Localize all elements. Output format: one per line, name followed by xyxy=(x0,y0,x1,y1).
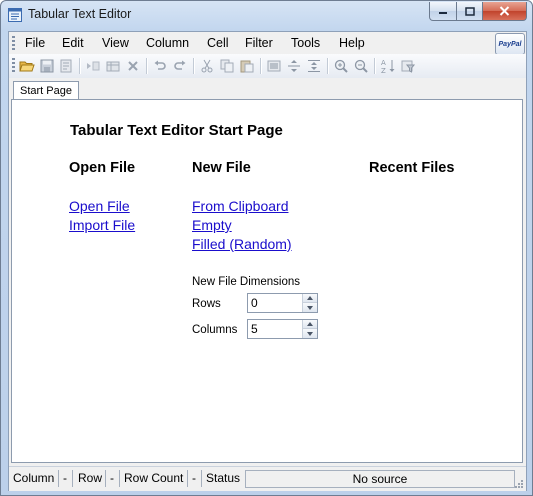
minimize-button[interactable] xyxy=(429,2,457,21)
rows-decrement-button[interactable] xyxy=(303,303,317,312)
svg-text:A: A xyxy=(381,59,386,67)
arrow-down-icon xyxy=(307,331,313,336)
app-icon xyxy=(8,8,22,22)
rows-increment-button[interactable] xyxy=(303,294,317,303)
toolbar-separator xyxy=(374,58,376,74)
sort-az-icon[interactable]: AZ xyxy=(379,57,397,75)
copy-icon[interactable] xyxy=(218,57,236,75)
columns-value[interactable]: 5 xyxy=(251,322,258,336)
open-folder-icon[interactable] xyxy=(18,57,36,75)
status-divider xyxy=(119,470,120,487)
status-label: Status xyxy=(206,471,241,485)
import-file-link[interactable]: Import File xyxy=(69,217,135,233)
menu-edit[interactable]: Edit xyxy=(62,36,84,50)
status-divider xyxy=(58,470,59,487)
tab-panel: Tabular Text Editor Start Page Open File… xyxy=(11,99,523,463)
status-divider xyxy=(72,470,73,487)
empty-link[interactable]: Empty xyxy=(192,217,232,233)
maximize-icon xyxy=(464,6,475,16)
table-icon[interactable] xyxy=(104,57,122,75)
title-bar[interactable]: Tabular Text Editor xyxy=(1,1,532,31)
filter-icon[interactable] xyxy=(399,57,417,75)
arrow-up-icon xyxy=(307,296,313,300)
rows-stepper-buttons xyxy=(302,294,317,312)
toolbar-separator xyxy=(79,58,81,74)
app-window: Tabular Text Editor File Edit View Colum… xyxy=(0,0,533,496)
toolbar-separator xyxy=(146,58,148,74)
status-row-count-value: - xyxy=(192,471,196,485)
row-height-icon[interactable] xyxy=(285,57,303,75)
tab-strip: Start Page xyxy=(9,78,526,100)
cut-icon[interactable] xyxy=(198,57,216,75)
status-divider xyxy=(187,470,188,487)
zoom-out-icon[interactable] xyxy=(352,57,370,75)
menu-grip xyxy=(12,36,15,50)
arrow-down-icon xyxy=(307,305,313,310)
delete-icon[interactable] xyxy=(124,57,142,75)
columns-decrement-button[interactable] xyxy=(303,329,317,338)
toolbar-separator xyxy=(327,58,329,74)
arrow-up-icon xyxy=(307,322,313,326)
client-area: File Edit View Column Cell Filter Tools … xyxy=(8,31,527,491)
status-row-label: Row xyxy=(78,471,103,485)
open-file-heading: Open File xyxy=(69,160,136,176)
toolbar-separator xyxy=(260,58,262,74)
start-page-content: Tabular Text Editor Start Page Open File… xyxy=(12,100,521,461)
caption-buttons xyxy=(429,2,527,21)
window-title: Tabular Text Editor xyxy=(28,7,132,21)
redo-icon[interactable] xyxy=(171,57,189,75)
page-title: Tabular Text Editor Start Page xyxy=(70,122,283,139)
save-icon[interactable] xyxy=(38,57,56,75)
paste-icon[interactable] xyxy=(238,57,256,75)
column-width-icon[interactable] xyxy=(305,57,323,75)
toolbar-grip xyxy=(12,58,15,72)
insert-icon[interactable] xyxy=(84,57,102,75)
maximize-button[interactable] xyxy=(457,2,483,21)
close-button[interactable] xyxy=(483,2,527,21)
columns-stepper-buttons xyxy=(302,320,317,338)
menu-cell[interactable]: Cell xyxy=(207,36,229,50)
svg-text:Z: Z xyxy=(381,67,386,74)
open-file-link[interactable]: Open File xyxy=(69,198,130,214)
rows-stepper[interactable]: 0 xyxy=(247,293,318,313)
status-source: No source xyxy=(245,470,515,488)
menu-file[interactable]: File xyxy=(25,36,45,50)
new-file-dimensions-label: New File Dimensions xyxy=(192,276,301,288)
align-icon[interactable] xyxy=(265,57,283,75)
columns-stepper[interactable]: 5 xyxy=(247,319,318,339)
recent-files-heading: Recent Files xyxy=(369,160,455,176)
tab-start-page[interactable]: Start Page xyxy=(13,81,79,100)
new-file-heading: New File xyxy=(192,160,251,176)
from-clipboard-link[interactable]: From Clipboard xyxy=(192,198,288,214)
status-divider xyxy=(201,470,202,487)
menu-tools[interactable]: Tools xyxy=(291,36,320,50)
menu-bar: File Edit View Column Cell Filter Tools … xyxy=(9,32,526,55)
paypal-donate-button[interactable]: PayPal xyxy=(495,33,525,55)
toolbar: AZ xyxy=(9,54,526,79)
status-column-value: - xyxy=(63,471,67,485)
minimize-icon xyxy=(439,12,447,14)
close-icon xyxy=(499,6,510,16)
columns-increment-button[interactable] xyxy=(303,320,317,329)
status-bar: Column - Row - Row Count - Status No sou… xyxy=(9,466,526,491)
save-as-icon[interactable] xyxy=(57,57,75,75)
filled-random-link[interactable]: Filled (Random) xyxy=(192,236,292,252)
undo-icon[interactable] xyxy=(151,57,169,75)
status-row-count-label: Row Count xyxy=(124,471,184,485)
status-divider xyxy=(105,470,106,487)
status-column-label: Column xyxy=(13,471,55,485)
menu-filter[interactable]: Filter xyxy=(245,36,273,50)
menu-column[interactable]: Column xyxy=(146,36,189,50)
resize-grip-icon[interactable] xyxy=(514,479,524,489)
zoom-in-icon[interactable] xyxy=(332,57,350,75)
status-row-value: - xyxy=(110,471,114,485)
rows-value[interactable]: 0 xyxy=(251,296,258,310)
menu-help[interactable]: Help xyxy=(339,36,365,50)
rows-label: Rows xyxy=(192,298,221,310)
columns-label: Columns xyxy=(192,324,238,336)
toolbar-separator xyxy=(193,58,195,74)
menu-view[interactable]: View xyxy=(102,36,129,50)
